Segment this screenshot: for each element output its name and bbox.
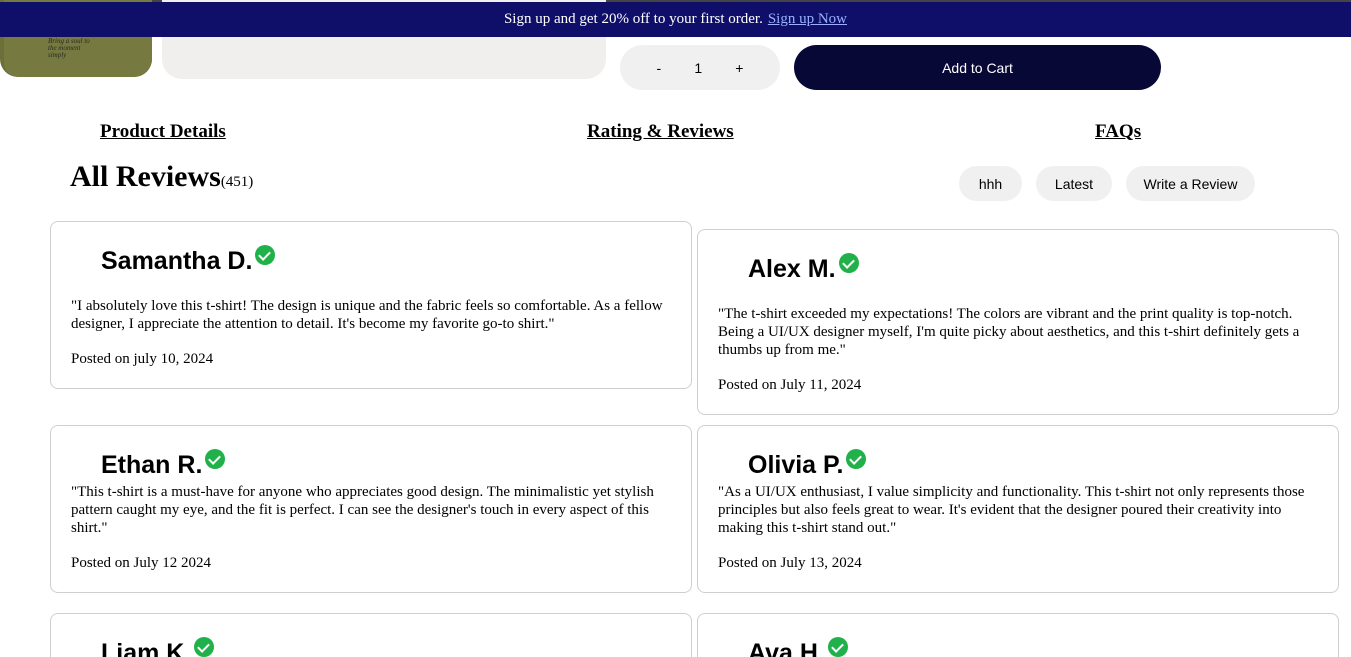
reviewer-name-row: Ava H. (748, 636, 848, 657)
reviewer-name: Alex M. (748, 255, 836, 283)
quantity-value: 1 (694, 59, 703, 76)
sign-up-link[interactable]: Sign up Now (768, 11, 847, 28)
write-review-button[interactable]: Write a Review (1126, 166, 1255, 201)
verified-check-icon (838, 252, 859, 273)
verified-check-icon (194, 636, 215, 657)
review-date: Posted on July 13, 2024 (718, 555, 862, 571)
reviewer-name-row: Samantha D. (101, 244, 276, 276)
decrease-quantity-button[interactable]: - (657, 60, 662, 76)
reviewer-name: Samantha D. (101, 247, 253, 275)
reviews-title: All Reviews (70, 160, 221, 193)
tab-faqs[interactable]: FAQs (1095, 121, 1141, 143)
reviewer-name: Olivia P. (748, 451, 844, 479)
shirt-print-text: Bring a soul to the moment simply (48, 37, 90, 59)
sort-latest-button[interactable]: Latest (1036, 166, 1112, 201)
verified-check-icon (846, 448, 867, 469)
add-to-cart-button[interactable]: Add to Cart (794, 45, 1161, 90)
quantity-stepper: - 1 + (620, 45, 780, 90)
review-text: "The t-shirt exceeded my expectations! T… (718, 306, 1300, 358)
review-card: Liam K. (50, 613, 692, 657)
review-date: Posted on july 10, 2024 (71, 351, 214, 367)
reviewer-name-row: Olivia P. (748, 448, 867, 480)
reviewer-name: Ava H. (748, 639, 825, 657)
verified-check-icon (827, 636, 848, 657)
filter-button[interactable]: hhh (959, 166, 1022, 201)
review-card: Ava H. (697, 613, 1339, 657)
reviewer-name-row: Liam K. (101, 636, 215, 657)
increase-quantity-button[interactable]: + (735, 60, 743, 76)
reviewer-name-row: Alex M. (748, 252, 859, 284)
verified-check-icon (205, 448, 226, 469)
tab-rating-reviews[interactable]: Rating & Reviews (587, 121, 734, 143)
promo-text: Sign up and get 20% off to your first or… (503, 11, 763, 27)
review-text: "As a UI/UX enthusiast, I value simplici… (718, 484, 1305, 536)
review-card: Alex M. "The t-shirt exceeded my expecta… (697, 229, 1339, 415)
tab-product-details[interactable]: Product Details (100, 121, 226, 143)
reviews-heading: All Reviews (451) (70, 160, 253, 194)
review-text: "This t-shirt is a must-have for anyone … (71, 484, 654, 536)
reviewer-name: Ethan R. (101, 451, 203, 479)
review-date: Posted on July 12 2024 (71, 555, 212, 571)
review-card: Samantha D. "I absolutely love this t-sh… (50, 221, 692, 389)
verified-check-icon (255, 244, 276, 265)
review-date: Posted on July 11, 2024 (718, 377, 862, 393)
reviewer-name-row: Ethan R. (101, 448, 226, 480)
reviewer-name: Liam K. (101, 639, 192, 657)
promo-banner: Sign up and get 20% off to your first or… (0, 2, 1351, 37)
review-text: "I absolutely love this t-shirt! The des… (71, 298, 663, 332)
review-card: Olivia P. "As a UI/UX enthusiast, I valu… (697, 425, 1339, 593)
review-card: Ethan R. "This t-shirt is a must-have fo… (50, 425, 692, 593)
reviews-count: (451) (220, 174, 254, 190)
